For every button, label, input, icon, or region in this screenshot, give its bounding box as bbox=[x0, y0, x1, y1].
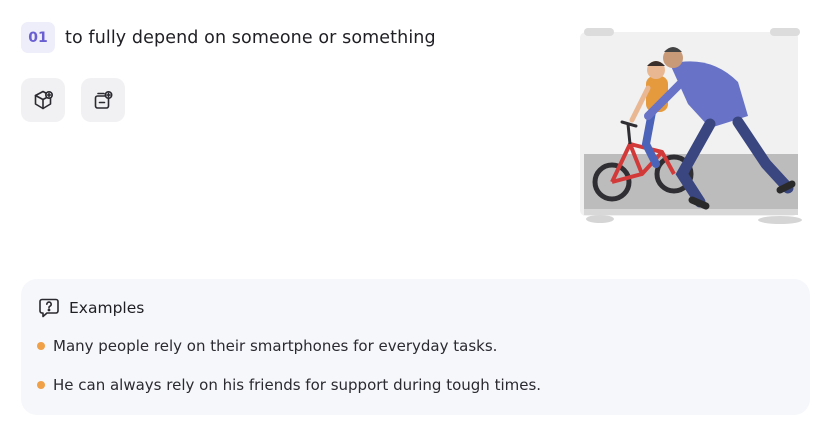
add-to-collection-button[interactable] bbox=[21, 78, 65, 122]
example-text: He can always rely on his friends for su… bbox=[53, 376, 542, 394]
cube-plus-icon bbox=[34, 90, 54, 110]
example-text: Many people rely on their smartphones fo… bbox=[53, 337, 498, 355]
illustration-image bbox=[580, 28, 802, 224]
examples-title: Examples bbox=[69, 299, 145, 317]
definition-text: to fully depend on someone or something bbox=[65, 27, 436, 48]
page: 01 to fully depend on someone or somethi… bbox=[0, 0, 829, 431]
examples-card: Examples Many people rely on their smart… bbox=[21, 279, 810, 415]
question-bubble-icon bbox=[39, 298, 59, 318]
bullet-dot bbox=[37, 342, 45, 350]
definition-row: 01 to fully depend on someone or somethi… bbox=[21, 22, 436, 53]
examples-header: Examples bbox=[37, 296, 144, 320]
example-item: Many people rely on their smartphones fo… bbox=[37, 337, 497, 355]
add-to-flashcards-button[interactable] bbox=[81, 78, 125, 122]
card-plus-icon bbox=[94, 90, 113, 109]
example-item: He can always rely on his friends for su… bbox=[37, 376, 541, 394]
bullet-dot bbox=[37, 381, 45, 389]
definition-number-badge: 01 bbox=[21, 22, 55, 53]
